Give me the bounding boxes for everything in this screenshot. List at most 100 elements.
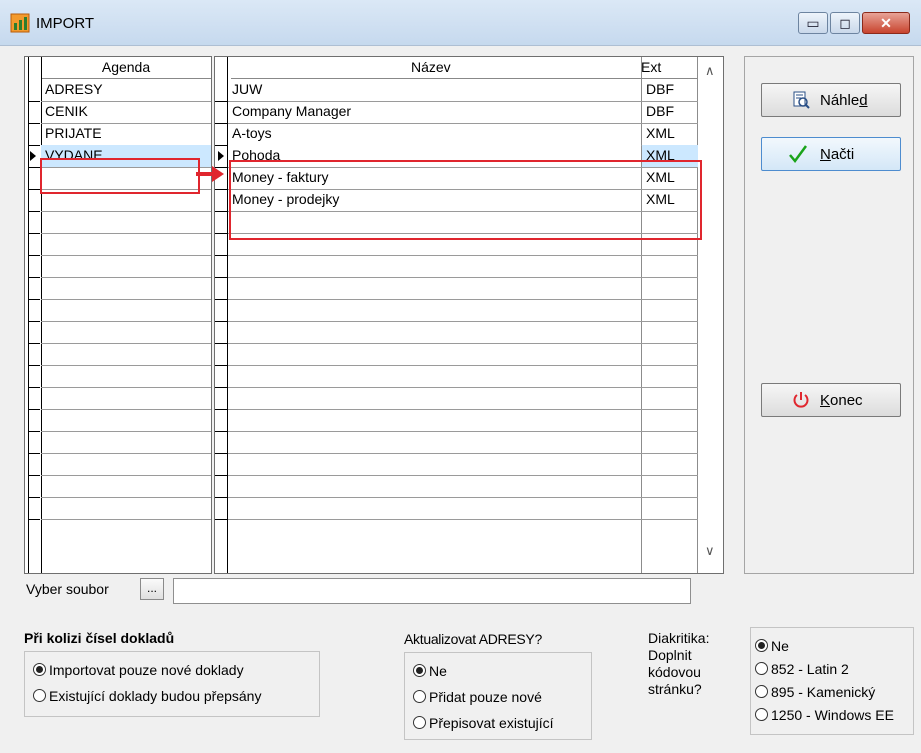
files-row[interactable] <box>228 321 698 344</box>
close-window-button[interactable]: ✕ <box>862 12 910 34</box>
agenda-row[interactable] <box>41 387 211 410</box>
agenda-row-selector[interactable] <box>28 453 40 476</box>
agenda-row-selector[interactable] <box>28 475 40 498</box>
agenda-row-selector[interactable] <box>28 255 40 278</box>
files-row[interactable]: Company Manager DBF <box>228 101 698 124</box>
agenda-row-selector[interactable] <box>28 299 40 322</box>
agenda-row[interactable] <box>41 365 211 388</box>
agenda-row-selector[interactable] <box>28 79 40 102</box>
conflict-option-new[interactable]: Importovat pouze nové doklady <box>33 662 244 678</box>
files-row-selector[interactable] <box>215 343 227 366</box>
files-row[interactable]: A-toys XML <box>228 123 698 146</box>
files-row-selector[interactable] <box>215 101 227 124</box>
files-row-selector[interactable] <box>215 453 227 476</box>
files-row-selector[interactable] <box>215 299 227 322</box>
diacritics-option-895[interactable]: 895 - Kamenický <box>755 684 875 700</box>
files-row[interactable] <box>228 497 698 520</box>
agenda-row[interactable] <box>41 475 211 498</box>
agenda-row[interactable] <box>41 299 211 322</box>
diacritics-option-1250[interactable]: 1250 - Windows EE <box>755 707 894 723</box>
agenda-grid[interactable]: Agenda ADRESY CENIK PRIJATE VYDANE <box>24 56 212 574</box>
files-scrollbar[interactable]: ∧ ∨ <box>698 57 723 573</box>
diacritics-label: Diakritika: Doplnit kódovou stránku? <box>648 630 710 697</box>
agenda-row-selector[interactable] <box>28 211 40 234</box>
agenda-row[interactable]: PRIJATE <box>41 123 211 146</box>
files-row-selector[interactable] <box>215 321 227 344</box>
close-button[interactable]: Konec <box>761 383 901 417</box>
agenda-row[interactable] <box>41 431 211 454</box>
file-path-input[interactable] <box>173 578 691 604</box>
conflict-option-overwrite[interactable]: Existující doklady budou přepsány <box>33 688 261 704</box>
agenda-row-selector[interactable] <box>28 497 40 520</box>
title-bar: IMPORT ▭ ◻ ✕ <box>0 0 921 46</box>
scroll-up-icon[interactable]: ∧ <box>705 63 715 79</box>
agenda-row[interactable]: CENIK <box>41 101 211 124</box>
agenda-row-selector[interactable] <box>28 365 40 388</box>
files-row[interactable] <box>228 431 698 454</box>
minimize-button[interactable]: ▭ <box>798 12 828 34</box>
agenda-row-selector[interactable] <box>28 189 40 212</box>
agenda-row-selector[interactable] <box>28 101 40 124</box>
files-row[interactable] <box>228 475 698 498</box>
files-row[interactable]: JUW DBF <box>228 79 698 102</box>
files-grid[interactable]: Název Ext JUW DBF Company Manager DBF A-toys… <box>214 56 724 574</box>
files-row-selector[interactable] <box>215 123 227 146</box>
agenda-row[interactable] <box>41 255 211 278</box>
agenda-row[interactable] <box>41 277 211 300</box>
agenda-row-selector[interactable] <box>28 343 40 366</box>
files-row[interactable] <box>228 277 698 300</box>
agenda-row[interactable] <box>41 343 211 366</box>
files-row-selector[interactable] <box>215 189 227 212</box>
agenda-row-selector[interactable] <box>28 167 40 190</box>
agenda-cell: ADRESY <box>45 81 103 97</box>
files-row[interactable] <box>228 299 698 322</box>
files-row[interactable] <box>228 343 698 366</box>
files-row-selector[interactable] <box>215 211 227 234</box>
agenda-row-selector[interactable] <box>28 123 40 146</box>
files-header-ext: Ext <box>641 59 662 75</box>
files-row[interactable] <box>228 387 698 410</box>
files-row-selector[interactable] <box>215 497 227 520</box>
agenda-row[interactable] <box>41 497 211 520</box>
browse-button[interactable]: ... <box>140 578 164 600</box>
agenda-row-selector[interactable] <box>28 233 40 256</box>
agenda-row-selector[interactable] <box>28 387 40 410</box>
files-row-selector[interactable] <box>215 475 227 498</box>
files-row-selector[interactable] <box>215 145 227 168</box>
conflict-group: Importovat pouze nové doklady Existující… <box>24 651 320 717</box>
diacritics-option-852[interactable]: 852 - Latin 2 <box>755 661 849 677</box>
preview-button[interactable]: Náhled <box>761 83 901 117</box>
files-row-selector[interactable] <box>215 431 227 454</box>
maximize-button[interactable]: ◻ <box>830 12 860 34</box>
power-icon <box>793 392 809 408</box>
files-row-selector[interactable] <box>215 79 227 102</box>
files-row[interactable] <box>228 409 698 432</box>
update-option-no[interactable]: Ne <box>413 663 447 679</box>
agenda-row-selector[interactable] <box>28 409 40 432</box>
radio-icon <box>755 708 768 721</box>
files-row[interactable] <box>228 453 698 476</box>
agenda-row-selector[interactable] <box>28 431 40 454</box>
files-row[interactable] <box>228 365 698 388</box>
agenda-row[interactable] <box>41 453 211 476</box>
files-row-selector[interactable] <box>215 365 227 388</box>
agenda-row[interactable] <box>41 211 211 234</box>
files-row[interactable] <box>228 255 698 278</box>
diacritics-option-no[interactable]: Ne <box>755 638 789 654</box>
agenda-row[interactable] <box>41 409 211 432</box>
agenda-row[interactable]: ADRESY <box>41 79 211 102</box>
load-button[interactable]: Načti <box>761 137 901 171</box>
update-option-add-new[interactable]: Přidat pouze nové <box>413 689 542 705</box>
files-row-selector[interactable] <box>215 255 227 278</box>
agenda-row[interactable] <box>41 233 211 256</box>
files-row-selector[interactable] <box>215 277 227 300</box>
files-row-selector[interactable] <box>215 233 227 256</box>
files-row-selector[interactable] <box>215 409 227 432</box>
update-option-overwrite[interactable]: Přepisovat existující <box>413 715 554 731</box>
agenda-row-selector[interactable] <box>28 277 40 300</box>
agenda-row[interactable] <box>41 321 211 344</box>
agenda-row-selector[interactable] <box>28 321 40 344</box>
scroll-down-icon[interactable]: ∨ <box>705 543 715 559</box>
files-row-selector[interactable] <box>215 387 227 410</box>
agenda-row-selector[interactable] <box>28 145 40 168</box>
